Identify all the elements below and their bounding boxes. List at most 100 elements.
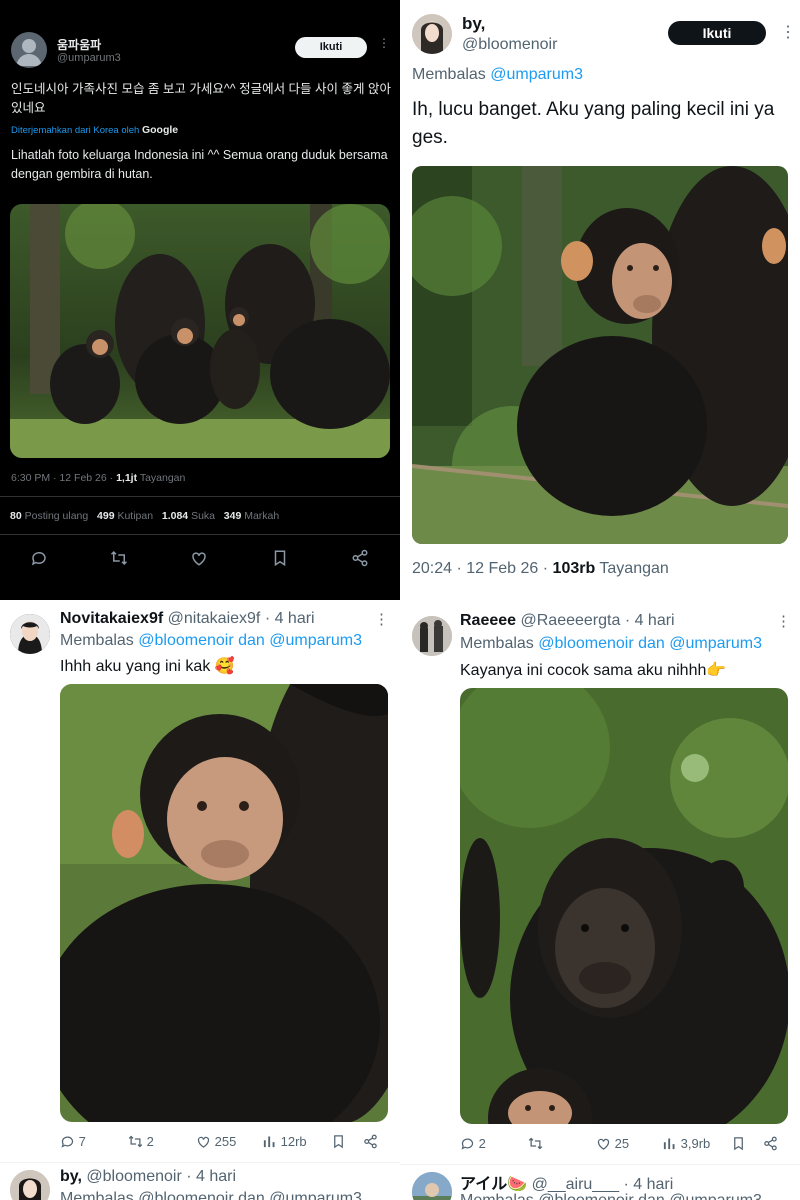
avatar[interactable] — [412, 14, 452, 54]
next-replying-to: Membalas @bloomenoir dan @umparum3 — [460, 1192, 762, 1200]
divider — [0, 1162, 400, 1163]
display-name[interactable]: 움파움파 — [57, 36, 101, 53]
next-reply-header: アイル🍉 @__airu___ · 4 hari — [460, 1170, 673, 1194]
avatar[interactable] — [11, 32, 47, 68]
follow-button[interactable]: Ikuti — [295, 37, 367, 58]
like-count[interactable]: 25 — [596, 1136, 629, 1151]
divider — [400, 1164, 800, 1165]
google-logo: Google — [141, 124, 179, 136]
replying-to-link[interactable]: @umparum3 — [490, 66, 583, 83]
handle[interactable]: @nitakaiex9f — [168, 610, 261, 627]
more-options-icon[interactable]: ⋮ — [374, 610, 390, 628]
display-name[interactable]: アイル🍉 — [460, 1176, 527, 1193]
reply-panel-novita: Novitakaiex9f @nitakaiex9f · 4 hari ⋮ Me… — [0, 600, 400, 1200]
replying-label: Membalas — [460, 635, 534, 652]
view-count-value: 3,9rb — [680, 1136, 711, 1151]
like-icon — [197, 1136, 210, 1148]
bookmark-icon[interactable] — [271, 549, 289, 567]
timestamp[interactable]: 6:30 PM · 12 Feb 26 · — [11, 472, 113, 484]
reply-icon — [61, 1136, 74, 1148]
post-time[interactable]: · 4 hari — [265, 610, 315, 627]
reply-text: Ihhh aku yang ini kak 🥰 — [60, 658, 235, 675]
display-name[interactable]: Raeeee — [460, 612, 516, 629]
divider — [0, 534, 400, 535]
bookmark-icon[interactable] — [331, 1134, 346, 1154]
repost-count[interactable]: 2 — [128, 1134, 154, 1149]
reply-text: Kayanya ini cocok sama aku nihhh👉 — [460, 662, 727, 679]
repost-count[interactable] — [528, 1136, 543, 1151]
avatar[interactable] — [412, 616, 452, 656]
display-name[interactable]: by, — [462, 14, 485, 34]
reply-count[interactable]: 2 — [460, 1136, 486, 1151]
share-icon[interactable] — [351, 549, 369, 567]
reply-text: Ih, lucu banget. Aku yang paling kecil i… — [412, 99, 775, 148]
like-count-value: 255 — [214, 1134, 237, 1149]
follow-button[interactable]: Ikuti — [668, 21, 766, 45]
like-count-value: 25 — [614, 1136, 630, 1151]
display-name[interactable]: Novitakaiex9f — [60, 610, 163, 627]
retweet-icon — [528, 1137, 543, 1150]
views-label: Tayangan — [139, 472, 186, 484]
handle[interactable]: @bloomenoir — [462, 36, 557, 54]
translation-note[interactable]: Diterjemahkan dari Korea oleh Google — [11, 124, 178, 136]
replying-label: Membalas — [60, 632, 134, 649]
reply-photo[interactable] — [460, 688, 788, 1124]
reply-count-value: 2 — [478, 1136, 486, 1151]
replying-to-link[interactable]: @bloomenoir dan @umparum3 — [138, 632, 362, 649]
reply-meta: 20:24 · 12 Feb 26 · 103rb Tayangan — [412, 560, 669, 578]
stat-label: Posting ulang — [24, 510, 89, 522]
stat-bookmarks[interactable]: 349 Markah — [224, 510, 279, 522]
views-count: 103rb — [552, 560, 596, 577]
share-icon[interactable] — [763, 1136, 778, 1156]
next-replying-to: Membalas @bloomenoir dan @umparum3 — [60, 1190, 362, 1200]
like-icon — [597, 1138, 610, 1150]
more-options-icon[interactable]: ⋮ — [776, 612, 792, 630]
stat-likes[interactable]: 1.084 Suka — [162, 510, 215, 522]
divider — [0, 496, 400, 497]
stat-count: 499 — [97, 510, 115, 522]
like-count[interactable]: 255 — [196, 1134, 236, 1149]
reply-count[interactable]: 7 — [60, 1134, 86, 1149]
share-icon[interactable] — [363, 1134, 378, 1154]
main-tweet-panel: 움파움파 @umparum3 Ikuti ⋮ 인도네시아 가족사진 모습 좀 보… — [0, 0, 400, 600]
tweet-photo[interactable] — [10, 204, 390, 458]
view-count[interactable]: 12rb — [262, 1134, 307, 1149]
reply-icon — [461, 1138, 474, 1150]
stat-label: Markah — [244, 510, 280, 522]
handle[interactable]: @__airu___ — [532, 1176, 619, 1193]
replying-label: Membalas — [412, 66, 486, 83]
stat-quotes[interactable]: 499 Kutipan — [97, 510, 153, 522]
handle[interactable]: @bloomenoir — [86, 1168, 181, 1185]
more-options-icon[interactable]: ⋮ — [780, 22, 797, 42]
replying-to-link[interactable]: @bloomenoir dan @umparum3 — [538, 635, 762, 652]
retweet-icon[interactable] — [110, 549, 128, 567]
bookmark-icon[interactable] — [731, 1136, 746, 1156]
next-reply-header: by, @bloomenoir · 4 hari — [60, 1168, 236, 1186]
reply-icon[interactable] — [30, 549, 48, 567]
timestamp[interactable]: 20:24 · 12 Feb 26 · — [412, 560, 548, 577]
reply-photo[interactable] — [412, 166, 788, 544]
replying-to: Membalas @bloomenoir dan @umparum3 — [60, 632, 362, 650]
reply-header: Novitakaiex9f @nitakaiex9f · 4 hari — [60, 610, 315, 628]
avatar[interactable] — [412, 1172, 452, 1200]
views-label: Tayangan — [599, 560, 669, 577]
post-time[interactable]: · 4 hari — [623, 1176, 673, 1193]
reply-header: Raeeee @Raeeeergta · 4 hari — [460, 612, 675, 630]
display-name[interactable]: by, — [60, 1168, 82, 1185]
views-count: 1,1jt — [116, 472, 138, 484]
stat-count: 80 — [10, 510, 22, 522]
more-options-icon[interactable]: ⋮ — [378, 36, 391, 50]
post-time[interactable]: · 4 hari — [186, 1168, 236, 1185]
handle[interactable]: @umparum3 — [57, 52, 121, 64]
avatar[interactable] — [10, 1170, 50, 1200]
repost-count-value: 2 — [146, 1134, 154, 1149]
post-time[interactable]: · 4 hari — [625, 612, 675, 629]
views-icon — [663, 1138, 675, 1150]
reply-photo[interactable] — [60, 684, 388, 1122]
stat-label: Suka — [191, 510, 215, 522]
view-count[interactable]: 3,9rb — [662, 1136, 710, 1151]
handle[interactable]: @Raeeeergta — [521, 612, 621, 629]
like-icon[interactable] — [190, 549, 208, 567]
avatar[interactable] — [10, 614, 50, 654]
stat-reposts[interactable]: 80 Posting ulang — [10, 510, 88, 522]
